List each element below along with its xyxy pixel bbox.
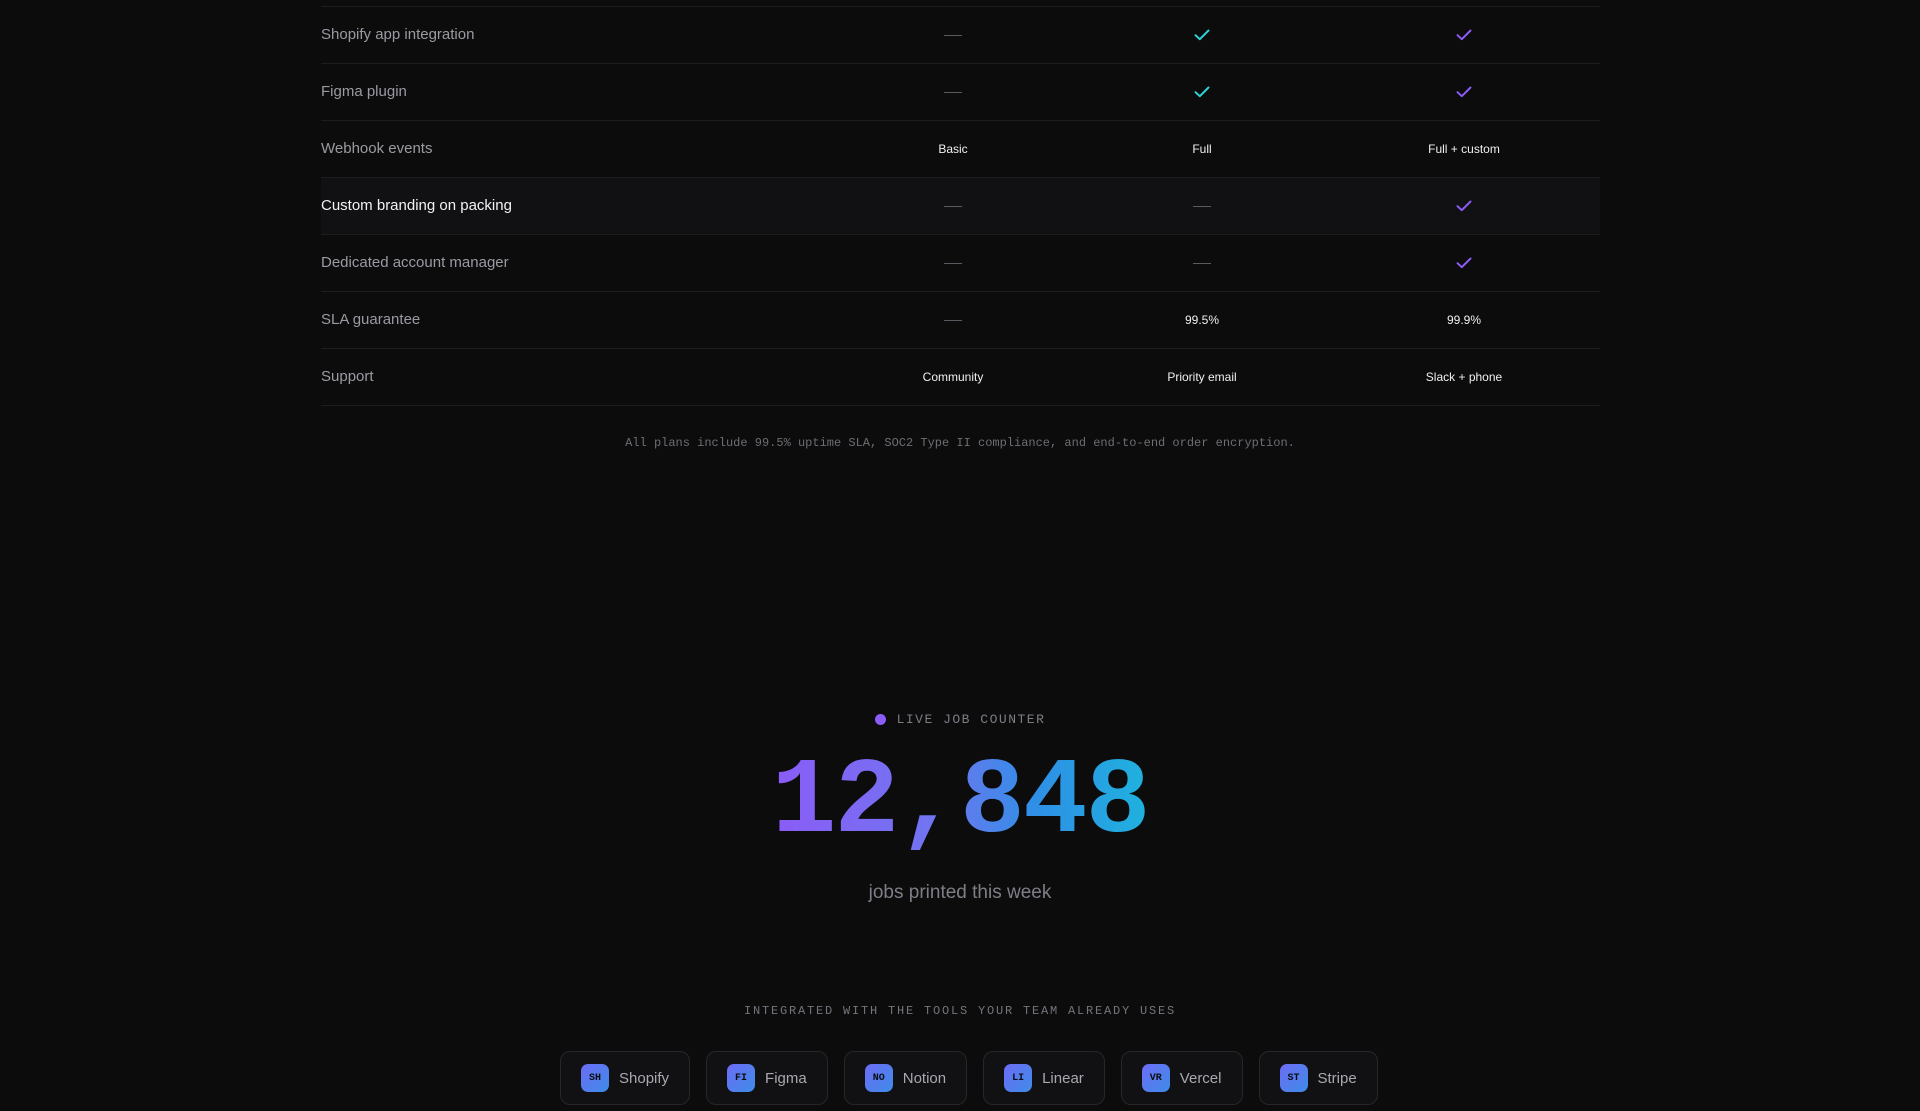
plan-value: Full <box>1192 142 1212 156</box>
not-included-dash-icon <box>853 7 1053 63</box>
job-counter-value: 12,848 <box>0 738 1920 868</box>
feature-name: Support <box>321 368 374 385</box>
not-included-dash-icon <box>853 178 1053 234</box>
check-icon <box>1364 64 1564 120</box>
integration-name: Linear <box>1042 1069 1084 1087</box>
feature-name: SLA guarantee <box>321 311 421 328</box>
plan-value: 99.9% <box>1446 313 1482 327</box>
integration-name: Shopify <box>619 1069 670 1087</box>
comparison-row: Custom branding on packing <box>321 178 1600 235</box>
plan-value: Basic <box>938 142 968 156</box>
check-icon <box>1364 178 1564 234</box>
not-included-dash-icon <box>1102 178 1302 234</box>
integration-name: Vercel <box>1179 1069 1222 1087</box>
check-icon <box>1102 7 1302 63</box>
shopify-logo-icon: SH <box>581 1064 609 1092</box>
integration-chip-linear[interactable]: LI Linear <box>983 1051 1105 1105</box>
comparison-row: Dedicated account manager <box>321 235 1600 292</box>
not-included-dash-icon <box>853 64 1053 120</box>
feature-name: Figma plugin <box>321 83 407 100</box>
feature-comparison-table: Shopify app integration Figma plugin Webho… <box>321 6 1600 406</box>
stripe-logo-icon: ST <box>1279 1064 1308 1092</box>
linear-logo-icon: LI <box>1004 1064 1033 1092</box>
figma-logo-icon: FI <box>727 1064 756 1092</box>
plan-value: Priority email <box>1167 370 1237 384</box>
check-icon <box>1364 7 1564 63</box>
comparison-row: SLA guarantee 99.5% 99.9% <box>321 292 1600 349</box>
comparison-row: Shopify app integration <box>321 6 1600 64</box>
plan-value: Slack + phone <box>1425 370 1503 384</box>
integrations-list: SH Shopify FI Figma NO Notion LI Linear VR Vercel… <box>560 1051 1378 1111</box>
comparison-row: Support Community Priority email Slack + ph… <box>321 349 1600 406</box>
integration-name: Figma <box>765 1069 807 1087</box>
comparison-row: Webhook events Basic Full Full + custom <box>321 121 1600 178</box>
not-included-dash-icon <box>853 292 1053 348</box>
plan-value: Full + custom <box>1428 142 1500 156</box>
vercel-logo-icon: VR <box>1141 1064 1170 1092</box>
not-included-dash-icon <box>853 235 1053 291</box>
integration-name: Stripe <box>1317 1069 1357 1087</box>
integration-chip-shopify[interactable]: SH Shopify <box>560 1051 691 1105</box>
integration-chip-notion[interactable]: NO Notion <box>843 1051 968 1105</box>
integration-chip-vercel[interactable]: VR Vercel <box>1120 1051 1243 1105</box>
integration-name: Notion <box>902 1069 947 1087</box>
live-label-text: LIVE JOB COUNTER <box>896 712 1046 727</box>
job-counter-caption: jobs printed this week <box>868 882 1052 903</box>
check-icon <box>1102 64 1302 120</box>
feature-name: Webhook events <box>321 140 433 157</box>
notion-logo-icon: NO <box>864 1064 893 1092</box>
not-included-dash-icon <box>1102 235 1302 291</box>
plan-value: 99.5% <box>1184 313 1220 327</box>
check-icon <box>1364 235 1564 291</box>
live-job-counter-label: LIVE JOB COUNTER <box>0 712 1920 727</box>
integration-chip-stripe[interactable]: ST Stripe <box>1258 1051 1378 1105</box>
job-counter-number: 12,848 <box>771 742 1151 864</box>
plans-footnote: All plans include 99.5% uptime SLA, SOC2… <box>625 436 1295 450</box>
feature-name: Shopify app integration <box>321 26 475 43</box>
plan-value: Community <box>922 370 984 384</box>
feature-name: Custom branding on packing <box>321 197 512 214</box>
integration-chip-figma[interactable]: FI Figma <box>706 1051 828 1105</box>
comparison-row: Figma plugin <box>321 64 1600 121</box>
live-indicator-dot-icon <box>874 714 886 725</box>
feature-name: Dedicated account manager <box>321 254 509 271</box>
integrations-title: INTEGRATED WITH THE TOOLS YOUR TEAM ALRE… <box>743 1004 1177 1018</box>
